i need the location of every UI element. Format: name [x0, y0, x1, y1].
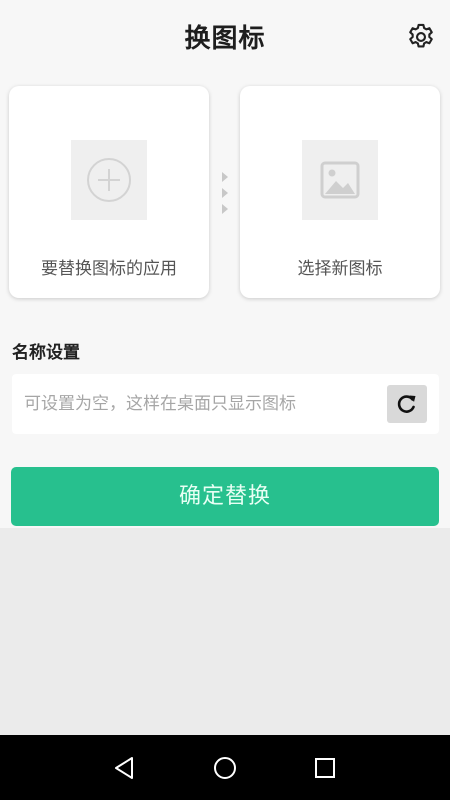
- home-icon[interactable]: [212, 755, 238, 781]
- app-screen: 换图标 要替换图标的应用 选择新图标 名称设置 可设置为空，这样在桌面只显示图标…: [0, 0, 450, 528]
- plus-circle-icon: [71, 140, 147, 220]
- triangle-right-icon: [220, 170, 230, 220]
- page-title: 换图标: [184, 24, 266, 54]
- system-navbar: [0, 735, 450, 800]
- name-setting-row: [12, 374, 439, 434]
- new-icon-card[interactable]: 选择新图标: [240, 86, 440, 298]
- recents-icon[interactable]: [312, 755, 338, 781]
- name-setting-label: 名称设置: [12, 343, 80, 363]
- back-icon[interactable]: [112, 755, 138, 781]
- source-app-card[interactable]: 要替换图标的应用: [9, 86, 209, 298]
- header: 换图标: [0, 0, 450, 72]
- name-input[interactable]: [24, 374, 384, 434]
- refresh-icon[interactable]: [387, 385, 427, 423]
- confirm-replace-button[interactable]: 确定替换: [11, 467, 439, 526]
- image-icon: [302, 140, 378, 220]
- source-app-label: 要替换图标的应用: [41, 259, 177, 279]
- new-icon-label: 选择新图标: [297, 259, 383, 279]
- gear-icon[interactable]: [404, 20, 438, 54]
